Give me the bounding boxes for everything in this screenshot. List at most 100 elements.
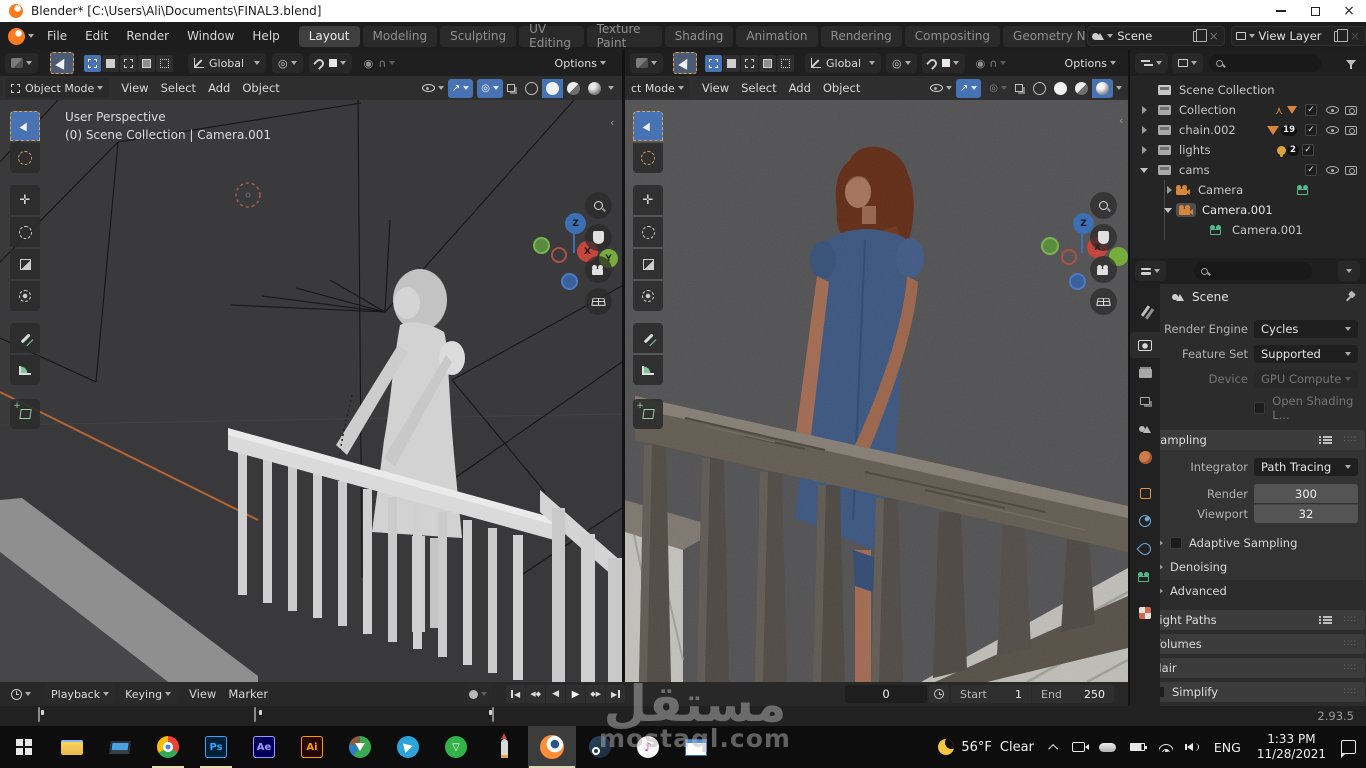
outliner-row-camera001[interactable]: Camera.001 [1130,200,1366,220]
outliner-row-camera001-data[interactable]: Camera.001 [1130,220,1366,240]
gizmos-toggle-right[interactable]: ↗ [955,78,982,98]
tool-cursor-icon[interactable] [10,143,40,173]
photoshop-icon[interactable]: Ps [192,726,240,768]
object-menu-right[interactable]: Object [817,79,866,98]
select-menu-right[interactable]: Select [735,79,782,98]
add-menu-right[interactable]: Add [783,79,817,98]
mode-selector-left[interactable]: Object Mode [5,78,110,98]
jump-to-start-button[interactable]: ◀ [506,685,526,703]
next-keyframe-button[interactable]: ◆▶ [586,685,606,703]
adaptive-sampling-checkbox[interactable] [1170,537,1182,549]
tool-move-icon[interactable]: ✛ [10,185,40,215]
tab-object-icon[interactable] [1130,480,1160,506]
zoom-icon[interactable] [585,192,612,219]
zoom-icon[interactable] [1090,192,1117,219]
outliner-filter-type-button[interactable] [1172,53,1203,73]
speaker-icon[interactable] [1186,743,1199,751]
tab-world-icon[interactable] [1130,444,1160,470]
tab-view-layer-icon[interactable] [1130,388,1160,414]
timeline-marker-menu[interactable]: Marker [222,685,274,704]
hair-panel-header[interactable]: Hair ∷∷ [1131,658,1365,678]
tool-measure-icon[interactable] [10,355,40,385]
tool-annotate-icon[interactable] [10,323,40,353]
auto-keying-button[interactable] [464,684,493,704]
object-visibility-right[interactable] [929,84,952,92]
tool-transform-icon[interactable] [10,281,40,311]
cams-checkbox[interactable]: ✓ [1305,164,1317,176]
outliner-row-lights[interactable]: lights 2 ✓ [1130,140,1366,160]
proportional-edit-right[interactable]: ◉ ∩ [970,53,1013,73]
tab-tool-icon[interactable] [1130,298,1160,324]
clock-datetime[interactable]: 1:33 PM 11/28/2021 [1257,732,1326,762]
axis-y-negative[interactable] [533,237,550,254]
select-mode-subtract-icon[interactable] [741,54,758,72]
scene-selector[interactable]: Scene × [1087,26,1225,46]
view-layer-name[interactable]: View Layer [1259,29,1332,43]
menu-window[interactable]: Window [178,25,243,47]
perspective-toggle-icon[interactable] [585,288,612,315]
window-app-icon[interactable] [672,726,720,768]
new-view-layer-icon[interactable] [1333,28,1348,42]
select-mode-new-icon[interactable] [84,54,101,72]
presets-icon[interactable] [1318,435,1332,445]
tab-output-icon[interactable] [1130,360,1160,386]
light-paths-panel-header[interactable]: Light Paths ∷∷ [1131,610,1365,630]
properties-search-input[interactable] [1194,262,1312,280]
new-scene-icon[interactable] [1192,28,1207,42]
tab-geometry-nodes[interactable]: Geometry Nod [1003,25,1086,47]
disable-render-icon[interactable] [1345,165,1357,175]
select-mode-invert-icon[interactable] [759,54,776,72]
shading-material-icon[interactable] [563,78,584,98]
meet-now-icon[interactable] [1071,742,1089,752]
unlink-scene-icon[interactable]: × [1204,29,1224,43]
tab-scene-icon[interactable] [1130,416,1160,442]
sidebar-collapse-arrow[interactable]: ‹ [1119,114,1123,127]
idm-icon[interactable] [336,726,384,768]
remove-view-layer-icon[interactable]: × [1345,29,1365,43]
tool-rotate-icon[interactable] [633,217,663,247]
frame-end-field[interactable]: End 250 [1032,685,1114,703]
view-menu-right[interactable]: View [696,79,735,98]
transform-orientation-right[interactable]: Global [805,53,881,73]
tab-rendering[interactable]: Rendering [820,25,902,47]
device-dropdown[interactable]: GPU Compute [1254,370,1358,388]
object-visibility-left[interactable] [421,84,444,92]
illustrator-icon[interactable]: Ai [288,726,336,768]
panel-grip-icon[interactable]: ∷∷ [1344,615,1357,625]
frame-start-field[interactable]: Start 1 [951,685,1031,703]
hide-eye-icon[interactable] [1326,166,1339,174]
select-menu-left[interactable]: Select [155,79,202,98]
blender-menu-icon[interactable] [0,27,38,45]
editor-type-button-left[interactable] [5,53,38,73]
timeline-view-menu[interactable]: View [183,685,222,704]
viewport-samples-field[interactable]: 32 [1254,504,1358,523]
tool-scale-icon[interactable] [633,249,663,279]
view-menu-left[interactable]: View [115,79,154,98]
pan-hand-icon[interactable] [1090,224,1117,251]
xray-toggle-left[interactable] [507,84,515,92]
itunes-icon[interactable]: ♪ [624,726,672,768]
tab-layout[interactable]: Layout [298,25,360,47]
viewport-divider[interactable] [622,50,625,682]
add-menu-left[interactable]: Add [202,79,236,98]
select-mode-extend-icon[interactable] [723,54,740,72]
hide-eye-icon[interactable] [1326,126,1339,134]
tab-animation[interactable]: Animation [736,25,818,47]
action-center-icon[interactable] [1340,740,1356,758]
osl-row[interactable]: Open Shading L... [1254,394,1366,422]
tab-uv-editing[interactable]: UV Editing [519,22,584,50]
tool-annotate-icon[interactable] [633,323,663,353]
tab-physics-icon[interactable] [1130,536,1160,562]
jump-to-end-button[interactable]: ▶ [606,685,626,703]
properties-editor-type-button[interactable] [1135,261,1166,281]
select-mode-new-icon[interactable] [705,54,722,72]
tool-add-cube-icon[interactable]: + [10,399,40,429]
snap-toggle-left[interactable] [308,53,352,73]
axis-z-negative[interactable] [561,273,578,290]
use-preview-range-icon[interactable] [929,685,949,703]
select-mode-intersect-icon[interactable] [777,54,794,72]
options-right[interactable]: Options [1059,53,1122,73]
overlays-toggle-right[interactable]: ◎ [985,79,1011,98]
select-mode-invert-icon[interactable] [138,54,155,72]
collection-checkbox[interactable]: ✓ [1305,104,1317,116]
